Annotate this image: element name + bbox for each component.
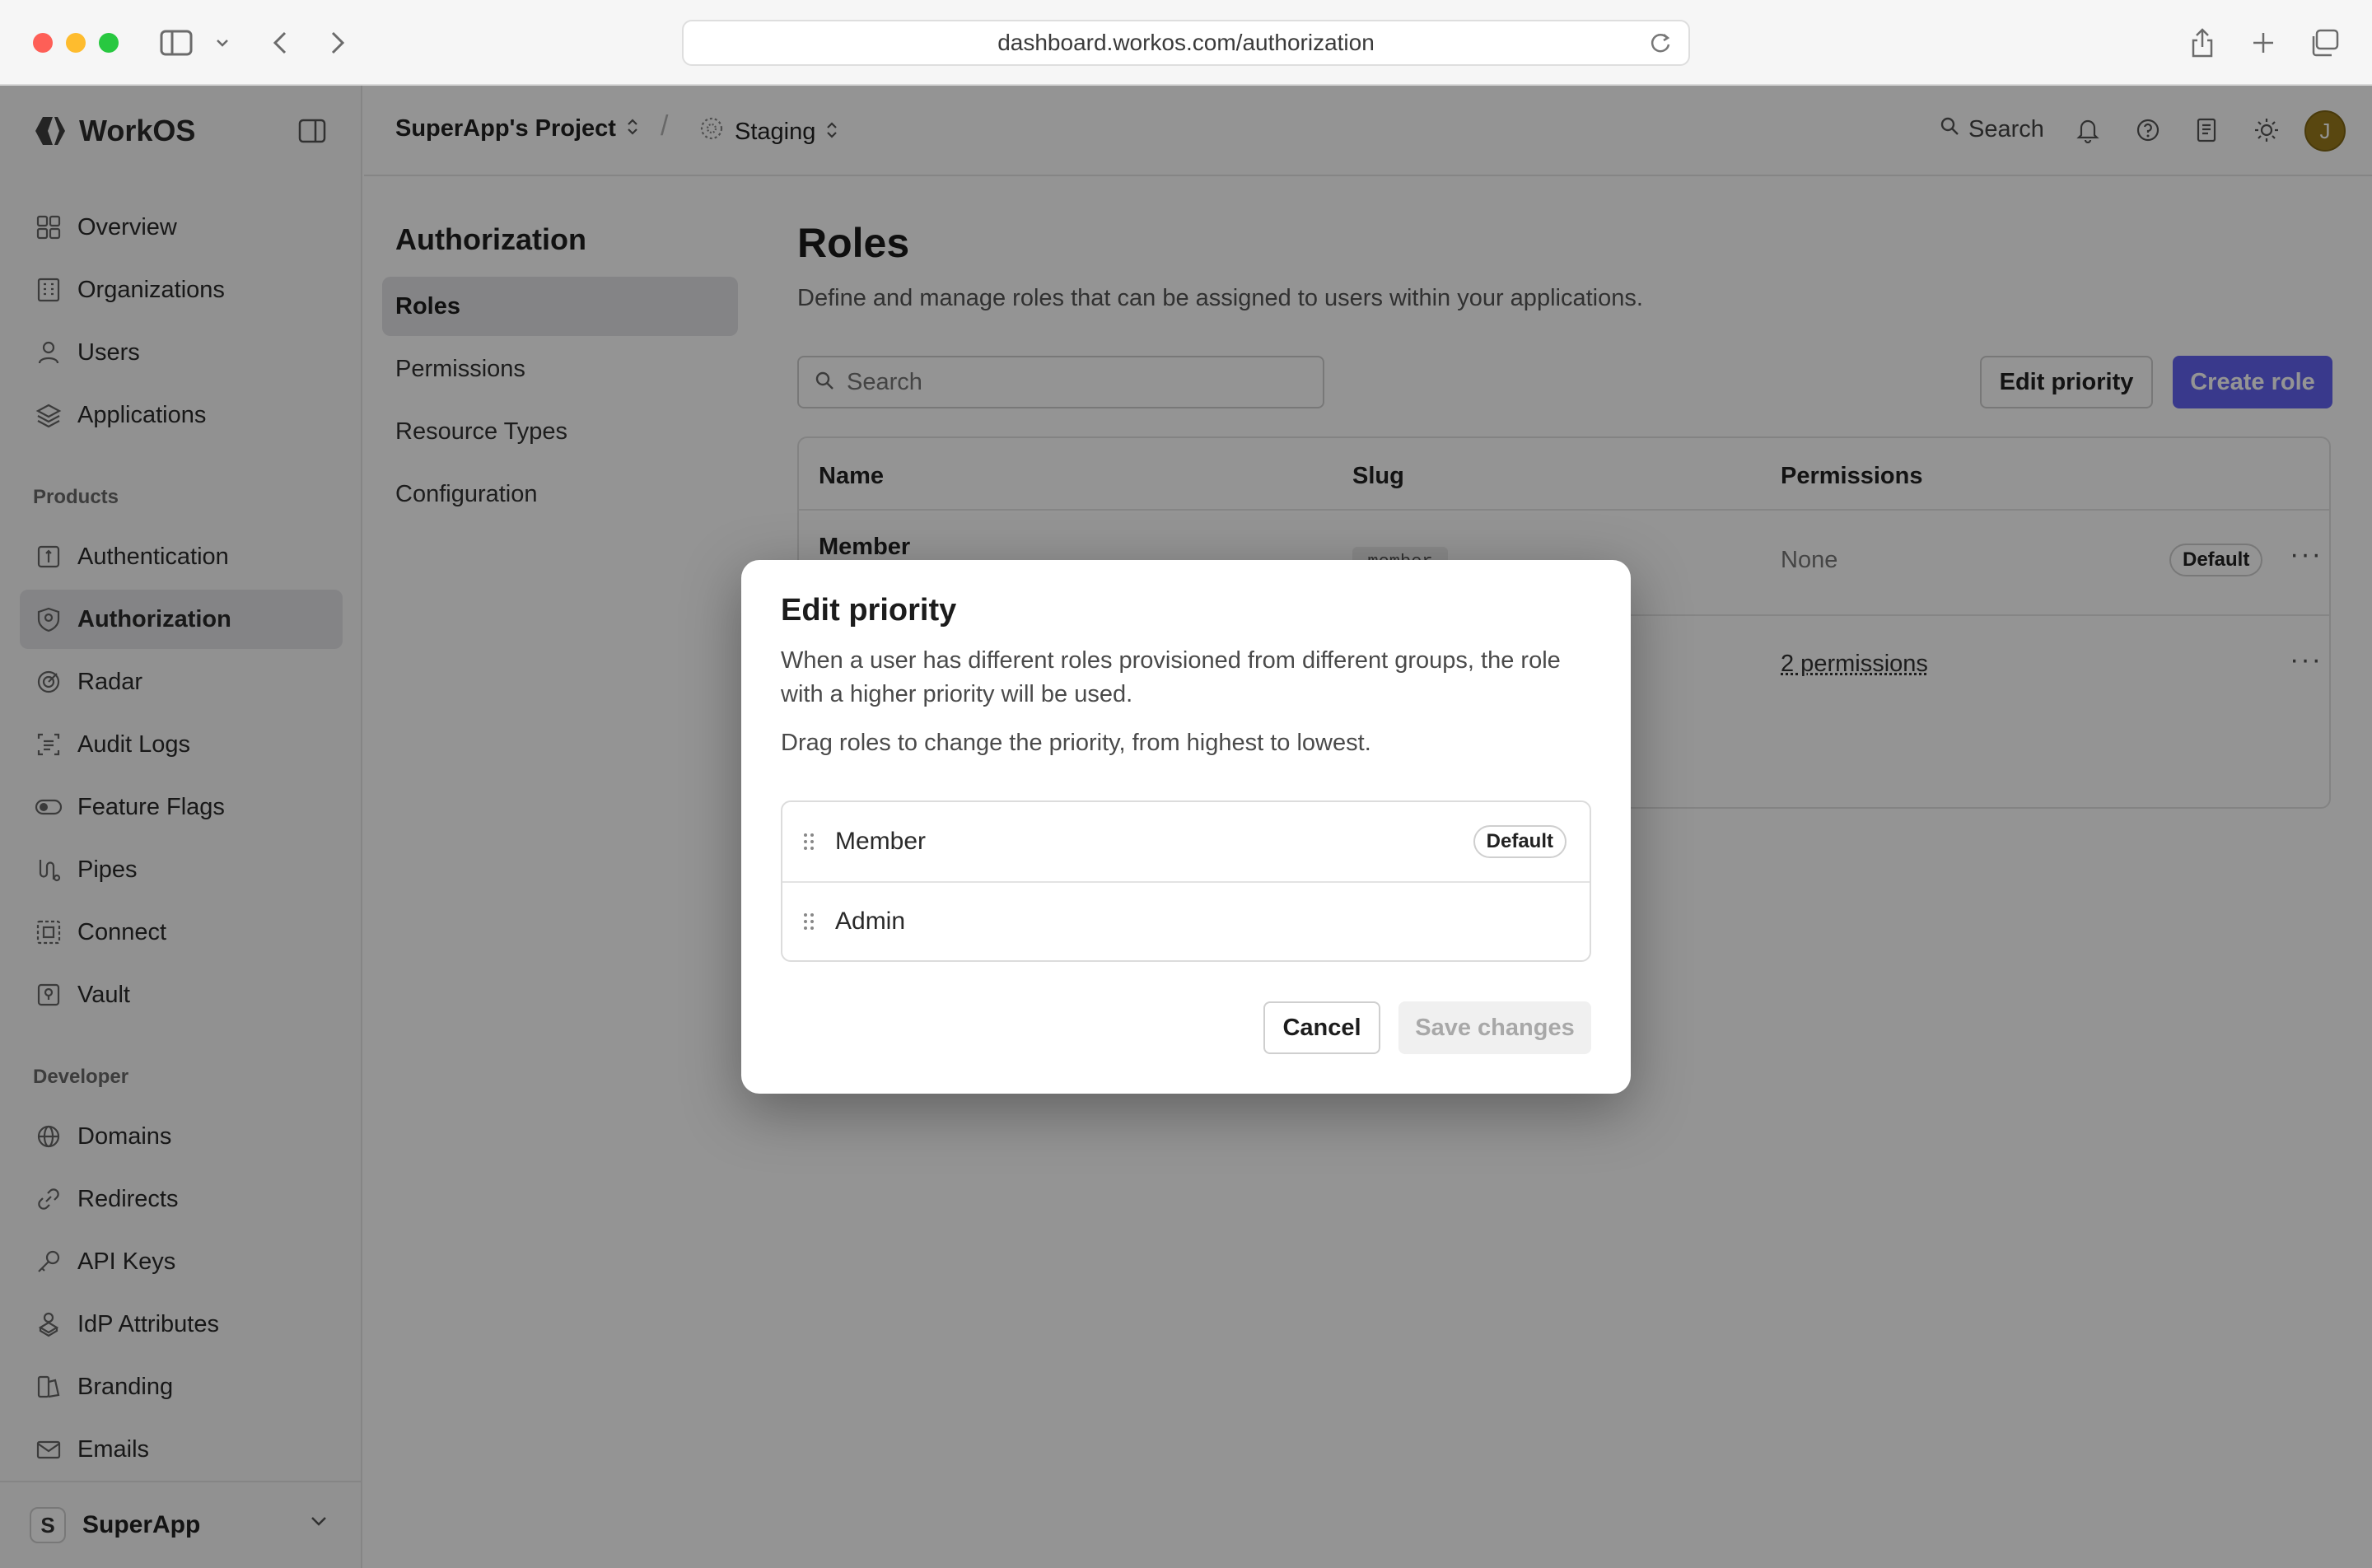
close-window-button[interactable] <box>33 33 53 53</box>
browser-toolbar: dashboard.workos.com/authorization <box>0 0 2372 86</box>
reload-icon[interactable] <box>1647 30 1674 62</box>
edit-priority-dialog: Edit priority When a user has different … <box>741 560 1631 1094</box>
priority-list: Member Default Admin <box>781 800 1591 962</box>
address-bar[interactable]: dashboard.workos.com/authorization <box>682 20 1690 66</box>
default-badge: Default <box>1473 825 1567 858</box>
cancel-button[interactable]: Cancel <box>1263 1001 1380 1054</box>
drag-handle-icon[interactable] <box>801 910 817 933</box>
sidebar-toggle-icon[interactable] <box>158 21 194 64</box>
new-tab-icon[interactable] <box>2247 21 2280 64</box>
forward-icon[interactable] <box>323 21 353 64</box>
url-text: dashboard.workos.com/authorization <box>997 30 1375 55</box>
minimize-window-button[interactable] <box>66 33 86 53</box>
tabs-overview-icon[interactable] <box>2306 21 2342 64</box>
priority-item-member[interactable]: Member Default <box>782 802 1590 881</box>
drag-handle-icon[interactable] <box>801 830 817 853</box>
share-icon[interactable] <box>2186 21 2219 64</box>
dialog-hint: Drag roles to change the priority, from … <box>781 730 1371 756</box>
maximize-window-button[interactable] <box>99 33 119 53</box>
chevron-down-icon[interactable] <box>212 21 232 64</box>
priority-role-name: Member <box>835 828 927 855</box>
priority-role-name: Admin <box>835 908 906 935</box>
dialog-description: When a user has different roles provisio… <box>781 647 1561 707</box>
priority-item-admin[interactable]: Admin <box>782 881 1590 960</box>
dialog-title: Edit priority <box>781 593 957 628</box>
save-changes-button[interactable]: Save changes <box>1398 1001 1591 1054</box>
back-icon[interactable] <box>265 21 295 64</box>
